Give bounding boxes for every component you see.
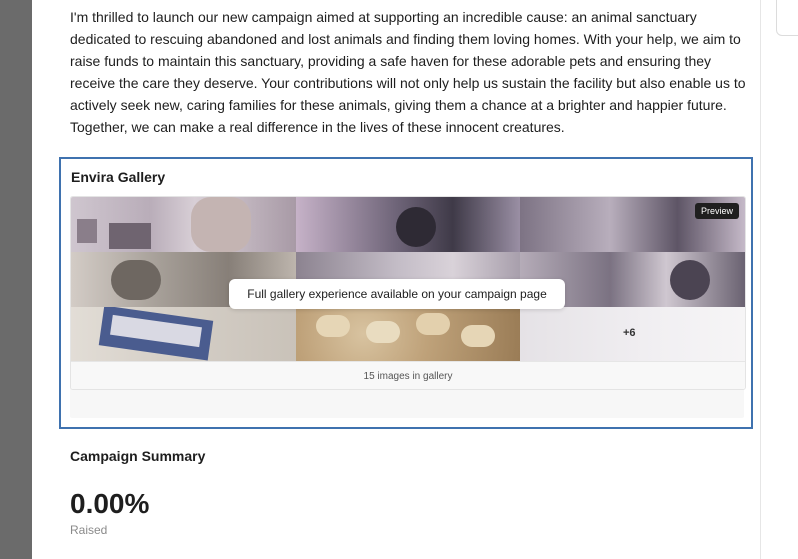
gallery-title: Envira Gallery: [71, 169, 166, 185]
raised-percentage: 0.00%: [70, 488, 150, 519]
raised-label: Raised: [70, 523, 108, 537]
campaign-summary-title: Campaign Summary: [70, 448, 206, 464]
gallery-image: Preview: [520, 197, 745, 252]
gallery-frame: Preview +6 Full gallery experience avail…: [70, 196, 746, 418]
images-count: 15 images in gallery: [71, 361, 745, 389]
envira-gallery-block[interactable]: Envira Gallery Preview +6 Full gallery e…: [59, 157, 753, 429]
gallery-image: [71, 307, 296, 361]
panel-box[interactable]: [776, 0, 798, 36]
gallery-image: [71, 197, 296, 252]
more-images-count[interactable]: +6: [623, 327, 636, 339]
gallery-image: +6: [520, 307, 745, 361]
gallery-image: [296, 197, 520, 252]
gallery-notice: Full gallery experience available on you…: [229, 279, 565, 309]
preview-badge[interactable]: Preview: [694, 203, 739, 219]
gallery-grid: Preview +6 Full gallery experience avail…: [70, 196, 746, 390]
left-sidebar-strip: [0, 0, 32, 559]
right-settings-panel: [760, 0, 798, 559]
campaign-description[interactable]: I'm thrilled to launch our new campaign …: [70, 6, 760, 138]
gallery-image: [296, 307, 520, 361]
editor-content: I'm thrilled to launch our new campaign …: [32, 0, 760, 559]
